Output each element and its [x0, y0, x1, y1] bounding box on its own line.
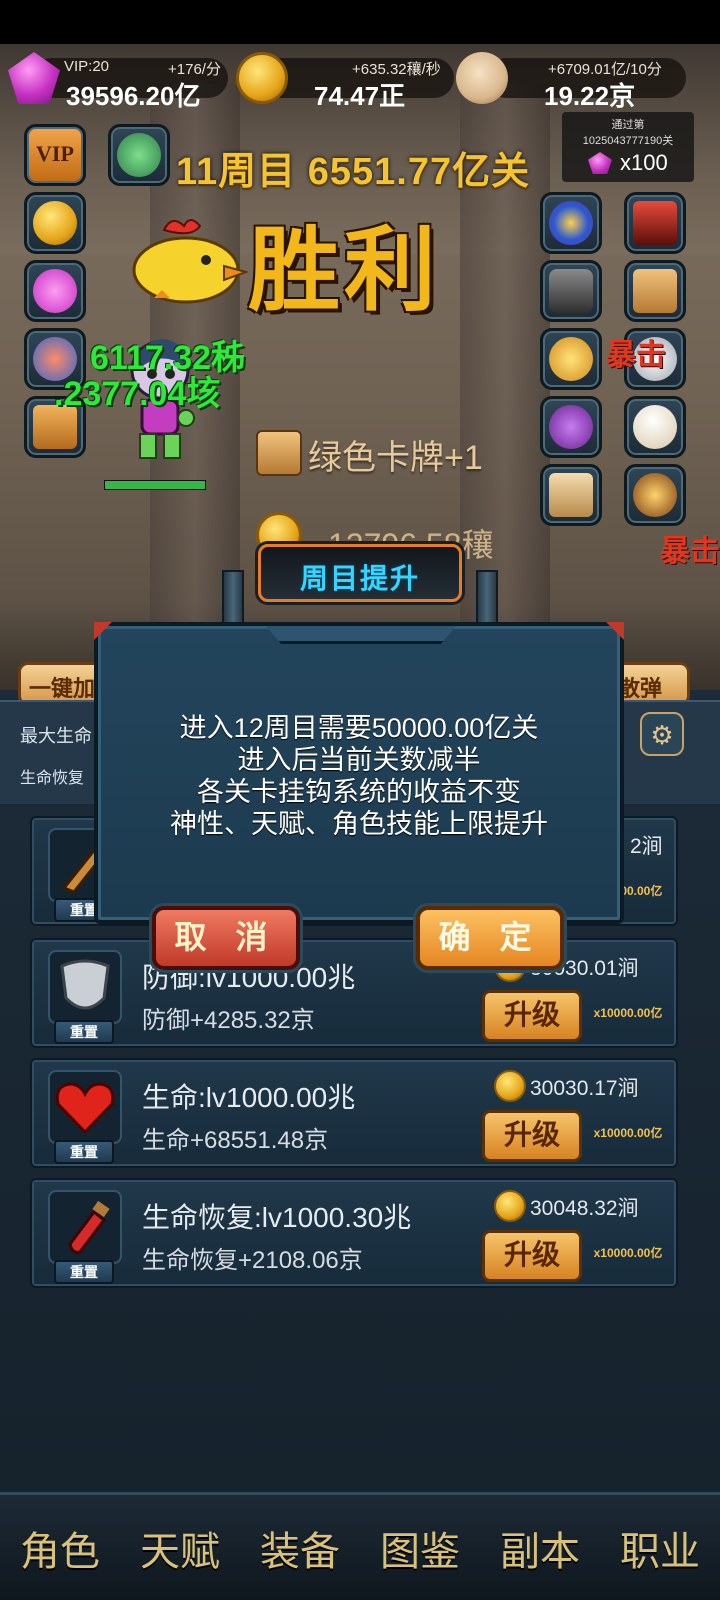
egg-icon	[633, 405, 677, 449]
cauldron-icon	[549, 405, 593, 449]
upgrade-button[interactable]: 升级	[482, 1110, 582, 1162]
upgrade-row: 重置 生命:lv1000.00兆 生命+68551.48京 30030.17涧 …	[30, 1058, 678, 1168]
card-deck-button[interactable]	[624, 192, 686, 254]
dialog-pillar	[222, 570, 244, 630]
gem-value: 39596.20亿	[66, 81, 201, 111]
damage-number: .2377.04垓	[54, 375, 221, 413]
upgrade-row: 重置 生命恢复:lv1000.30兆 生命恢复+2108.06京 30048.3…	[30, 1178, 678, 1288]
pass-stage: 1025043777190关	[582, 135, 674, 147]
bottom-nav: 角色 天赋 装备 图鉴 副本 职业	[0, 1492, 720, 1600]
stat-regen: 生命恢复	[20, 770, 85, 787]
pass-reward-box: 通过第 1025043777190关 x100	[562, 112, 694, 182]
egg-button[interactable]	[624, 396, 686, 458]
scroll-icon	[549, 473, 593, 517]
nav-codex[interactable]: 图鉴	[360, 1519, 480, 1577]
reset-button[interactable]: 重置	[54, 1260, 114, 1284]
confirm-button[interactable]: 确 定	[416, 906, 564, 970]
stat-max-hp: 最大生命	[20, 726, 92, 746]
lantern-icon	[633, 473, 677, 517]
hero-hp-fill	[105, 481, 205, 489]
achievement-button[interactable]	[108, 124, 170, 186]
dialog-corner	[94, 622, 112, 640]
gem-shop-button[interactable]	[24, 260, 86, 322]
upgrade-bonus: 防御+4285.32京	[142, 1007, 315, 1034]
card-icon	[633, 201, 677, 245]
status-bar	[0, 0, 720, 44]
cauldron-button[interactable]	[540, 396, 602, 458]
upgrade-button[interactable]: 升级	[482, 990, 582, 1042]
card-icon	[256, 430, 302, 476]
vip-button[interactable]: VIP	[24, 124, 86, 186]
reset-button[interactable]: 重置	[54, 1140, 114, 1164]
dialog-notch	[266, 626, 456, 644]
coin-icon	[236, 52, 288, 104]
coin-shop-button[interactable]	[24, 192, 86, 254]
upgrade-multiplier: x10000.00亿	[593, 1006, 663, 1020]
anvil-button[interactable]	[540, 260, 602, 322]
eye-icon	[549, 201, 593, 245]
upgrade-row: 重置 防御:lv1000.00兆 防御+4285.32京 30030.01涧 升…	[30, 938, 678, 1048]
resource-bar: VIP:20 +176/分 39596.20亿 +635.32穰/秒 74.47…	[0, 44, 720, 114]
nav-equipment[interactable]: 装备	[240, 1519, 360, 1577]
nav-dungeon[interactable]: 副本	[480, 1519, 600, 1577]
upgrade-bonus: 生命恢复+2108.06京	[142, 1247, 363, 1274]
upgrade-multiplier: x10000.00亿	[593, 1126, 663, 1140]
cards-icon	[633, 269, 677, 313]
upgrade-cost: 2涧	[630, 835, 663, 858]
card-drop-text: 绿色卡牌+1	[308, 439, 483, 477]
vip-level: VIP:20	[64, 58, 110, 75]
coin-icon	[33, 201, 77, 245]
pass-reward-multiplier: x100	[620, 150, 668, 175]
pass-label: 通过第	[611, 119, 645, 131]
upgrade-name: 生命:lv1000.00兆	[142, 1082, 356, 1113]
vip-label: VIP	[36, 141, 74, 166]
coin-icon	[494, 1070, 526, 1102]
medal-icon	[117, 133, 161, 177]
gem-icon	[33, 269, 77, 313]
settings-button[interactable]: ⚙	[640, 712, 684, 756]
dialog-line: 神性、天赋、角色技能上限提升	[170, 809, 548, 839]
crit-text: 暴击	[660, 535, 720, 568]
lantern-button[interactable]	[624, 464, 686, 526]
crit-text: 暴击	[606, 339, 666, 372]
compass-button[interactable]	[540, 328, 602, 390]
cancel-button[interactable]: 取 消	[152, 906, 300, 970]
chicken-pet	[132, 219, 248, 304]
stage-title: 11周目 6551.77亿关	[176, 151, 531, 193]
scroll-button[interactable]	[540, 464, 602, 526]
compass-icon	[549, 337, 593, 381]
potion-icon	[48, 1190, 122, 1264]
eye-button[interactable]	[540, 192, 602, 254]
round-upgrade-dialog: 进入12周目需要50000.00亿关 进入后当前关数减半 各关卡挂钩系统的收益不…	[94, 622, 624, 924]
reset-button[interactable]: 重置	[54, 1020, 114, 1044]
upgrade-cost: 30030.17涧	[530, 1077, 639, 1100]
cards-button[interactable]	[624, 260, 686, 322]
skull-icon	[456, 52, 508, 104]
gear-icon: ⚙	[650, 720, 674, 750]
hero-hp-bar	[104, 480, 206, 490]
skull-value: 19.22京	[544, 81, 636, 111]
anvil-icon	[549, 269, 593, 313]
nav-class[interactable]: 职业	[600, 1519, 720, 1577]
upgrade-button[interactable]: 升级	[482, 1230, 582, 1282]
victory-text: 胜利	[248, 220, 441, 322]
dialog-title: 周目提升	[299, 563, 420, 594]
nav-talent[interactable]: 天赋	[120, 1519, 240, 1577]
heart-icon	[48, 1070, 122, 1144]
upgrade-cost: 30048.32涧	[530, 1197, 639, 1220]
nav-character[interactable]: 角色	[0, 1519, 120, 1577]
gem-icon	[588, 152, 612, 174]
shield-icon	[48, 950, 122, 1024]
upgrade-name: 生命恢复:lv1000.30兆	[142, 1202, 412, 1233]
coin-icon	[494, 1190, 526, 1222]
upgrade-multiplier: x10000.00亿	[593, 1246, 663, 1260]
dialog-pillar	[476, 570, 498, 630]
upgrade-bonus: 生命+68551.48京	[142, 1127, 329, 1154]
coin-value: 74.47正	[314, 81, 406, 111]
dialog-corner	[606, 622, 624, 640]
dialog-title-box: 周目提升	[258, 544, 462, 602]
